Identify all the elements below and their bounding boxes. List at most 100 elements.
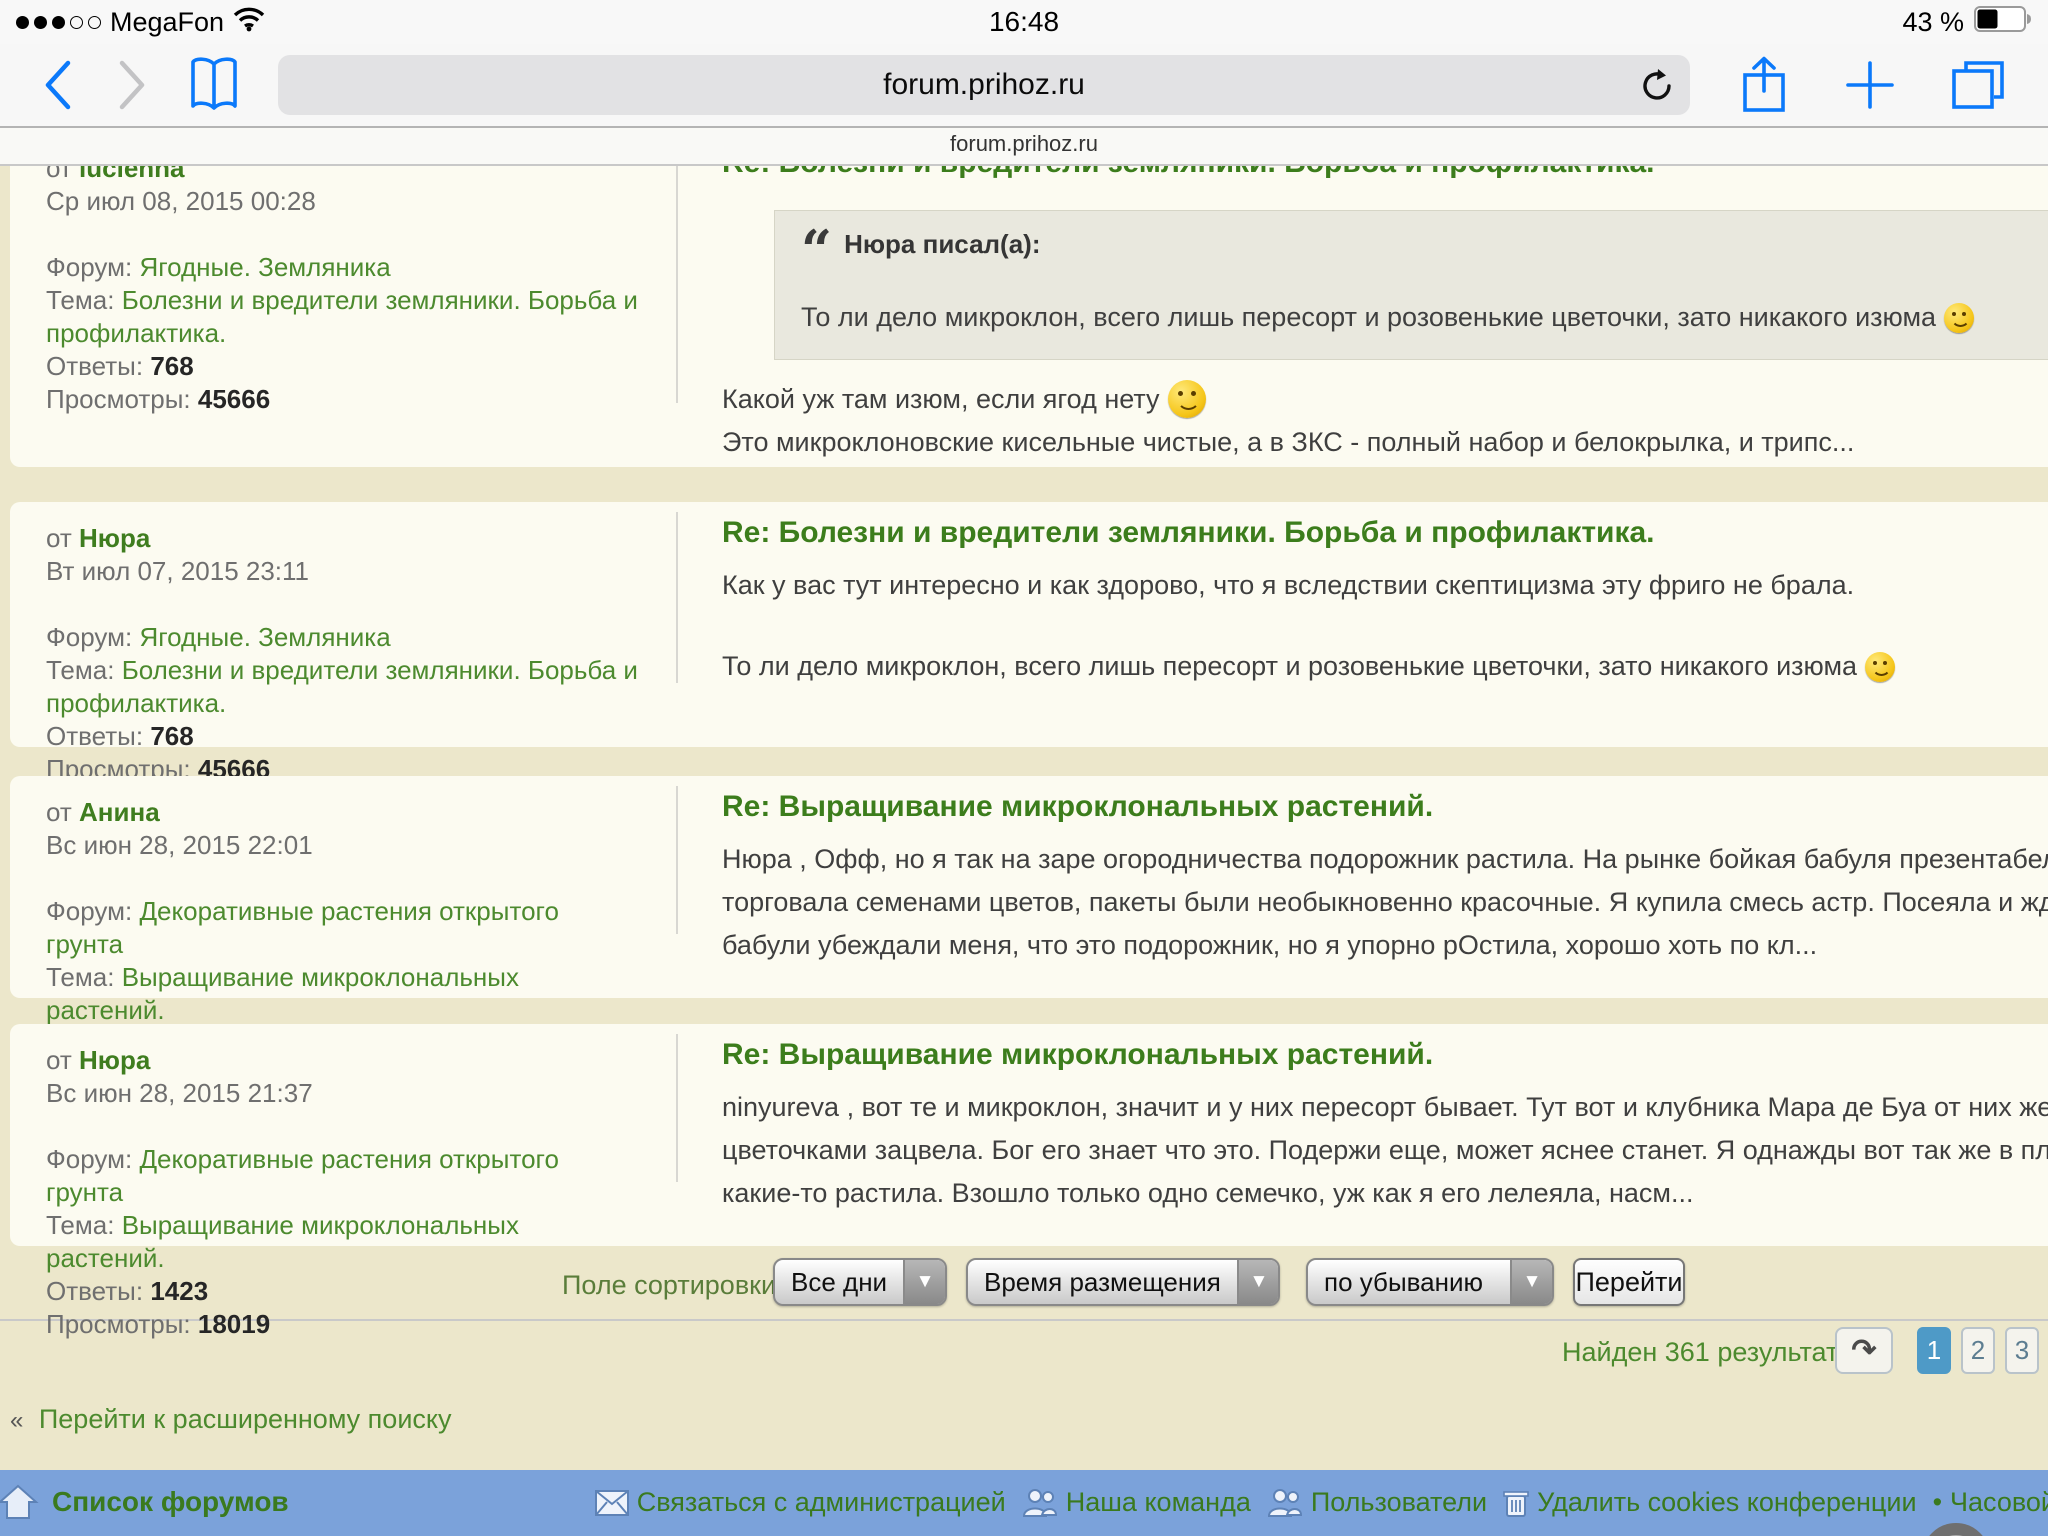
post-text: какие-то растила. Взошло только одно сем… — [722, 1172, 2048, 1215]
sort-go-button[interactable]: Перейти — [1573, 1258, 1685, 1306]
replies-label: Ответы: — [46, 721, 143, 751]
post-text: Это микроклоновские кисельные чистые, а … — [722, 421, 2048, 464]
post-content: Re: Болезни и вредители земляники. Борьб… — [676, 164, 2048, 467]
clock: 16:48 — [0, 6, 2048, 38]
forum-label: Форум: — [46, 252, 132, 282]
topic-link[interactable]: Выращивание микроклональных растений. — [46, 962, 519, 1025]
status-bar: MegaFon 16:48 43 % — [0, 0, 2048, 44]
url-bar[interactable]: forum.prihoz.ru — [278, 55, 1690, 115]
forward-button[interactable] — [116, 44, 148, 126]
topic-label: Тема: — [46, 285, 114, 315]
page-button-current[interactable]: 1 — [1917, 1327, 1951, 1374]
home-icon — [0, 1482, 40, 1527]
post-meta: от Анина Вс июн 28, 2015 22:01 Форум: Де… — [10, 776, 676, 998]
post-meta: от Нюра Вт июл 07, 2015 23:11 Форум: Яго… — [10, 502, 676, 747]
sort-dir-select[interactable]: по убыванию ▼ — [1306, 1258, 1554, 1306]
from-label: от — [46, 164, 72, 183]
quote-box: “ Нюра писал(а): То ли дело микроклон, вс… — [774, 210, 2048, 360]
from-label: от — [46, 523, 72, 553]
smiley-icon — [1168, 380, 1206, 418]
post-text: бабули убеждали меня, что это подорожник… — [722, 924, 2048, 967]
ipad-safari-screen: MegaFon 16:48 43 % — [0, 0, 2048, 1536]
author-link[interactable]: lucienna — [79, 164, 184, 183]
new-tab-button[interactable] — [1844, 44, 1896, 126]
quote-text: То ли дело микроклон, всего лишь пересор… — [801, 302, 1936, 332]
post-date: Вс июн 28, 2015 22:01 — [46, 829, 642, 862]
author-link[interactable]: Анина — [79, 797, 160, 827]
page-button[interactable]: 2 — [1961, 1327, 1995, 1374]
topic-link[interactable]: Болезни и вредители земляники. Борьба и … — [46, 285, 638, 348]
select-value: по убыванию — [1308, 1260, 1510, 1304]
search-result-row: от Нюра Вс июн 28, 2015 21:37 Форум: Дек… — [10, 1024, 2048, 1246]
our-team-link[interactable]: Наша команда — [1022, 1487, 1251, 1518]
timezone-label: • Часовой — [1933, 1487, 2048, 1518]
author-link[interactable]: Нюра — [79, 523, 150, 553]
search-result-row: от Нюра Вт июл 07, 2015 23:11 Форум: Яго… — [10, 502, 2048, 747]
pagination: Найден 361 результат ↷ 1 2 3 — [0, 1321, 2048, 1390]
post-content: Re: Выращивание микроклональных растений… — [676, 776, 2048, 998]
back-button[interactable] — [42, 44, 74, 126]
topic-label: Тема: — [46, 1210, 114, 1240]
post-meta: от lucienna Ср июл 08, 2015 00:28 Форум:… — [10, 164, 676, 467]
sort-key-select[interactable]: Время размещения ▼ — [966, 1258, 1280, 1306]
replies-count: 768 — [150, 351, 193, 381]
replies-label: Ответы: — [46, 351, 143, 381]
chevron-down-icon: ▼ — [903, 1260, 945, 1304]
tabs-button[interactable] — [1950, 44, 2006, 126]
browser-toolbar: forum.prihoz.ru — [0, 44, 2048, 128]
post-text: То ли дело микроклон, всего лишь пересор… — [722, 651, 1857, 681]
members-link[interactable]: Пользователи — [1267, 1487, 1487, 1518]
share-button[interactable] — [1740, 44, 1788, 126]
quote-icon: “ — [801, 218, 832, 282]
post-date: Вт июл 07, 2015 23:11 — [46, 555, 642, 588]
post-content: Re: Выращивание микроклональных растений… — [676, 1024, 2048, 1246]
views-label: Просмотры: — [46, 384, 191, 414]
advanced-search-link[interactable]: Перейти к расширенному поиску — [39, 1404, 452, 1434]
page-button[interactable]: 3 — [2005, 1327, 2039, 1374]
post-text: Нюра , Офф, но я так на заре огородничес… — [722, 838, 2048, 881]
from-label: от — [46, 1045, 72, 1075]
quote-author: Нюра писал(а): — [844, 229, 1040, 259]
replies-count: 768 — [150, 721, 193, 751]
post-text: торговала семенами цветов, пакеты были н… — [722, 881, 2048, 924]
delete-cookies-link[interactable]: Удалить cookies конференции — [1503, 1487, 1916, 1518]
topic-label: Тема: — [46, 962, 114, 992]
search-results-page: от lucienna Ср июл 08, 2015 00:28 Форум:… — [0, 164, 2048, 1536]
bookmarks-button[interactable] — [188, 44, 240, 126]
forum-label: Форум: — [46, 622, 132, 652]
laquo-icon: « — [10, 1407, 23, 1434]
forum-index-link[interactable]: Список форумов — [52, 1486, 289, 1518]
smiley-icon — [1865, 652, 1895, 682]
topic-link[interactable]: Болезни и вредители земляники. Борьба и … — [46, 655, 638, 718]
users-icon — [1267, 1488, 1303, 1518]
select-value: Все дни — [775, 1260, 903, 1304]
jump-to-page-button[interactable]: ↷ — [1835, 1327, 1893, 1374]
sort-controls: Поле сортировки Все дни ▼ Время размещен… — [0, 1246, 2048, 1319]
post-title-link[interactable]: Re: Выращивание микроклональных растений… — [722, 788, 2048, 826]
post-text: Как у вас тут интересно и как здорово, ч… — [722, 564, 2048, 607]
post-text: Какой уж там изюм, если ягод нету — [722, 384, 1160, 414]
post-text: цветочками зацвела. Бог его знает что эт… — [722, 1129, 2048, 1172]
views-count: 45666 — [198, 384, 270, 414]
forum-label: Форум: — [46, 1144, 132, 1174]
forum-link[interactable]: Ягодные. Земляника — [139, 622, 390, 652]
contact-admin-link[interactable]: Связаться с администрацией — [595, 1487, 1006, 1518]
author-link[interactable]: Нюра — [79, 1045, 150, 1075]
reload-icon[interactable] — [1640, 68, 1674, 109]
post-date: Вс июн 28, 2015 21:37 — [46, 1077, 642, 1110]
chevron-down-icon: ▼ — [1237, 1260, 1279, 1304]
search-result-row: от Анина Вс июн 28, 2015 22:01 Форум: Де… — [10, 776, 2048, 998]
from-label: от — [46, 797, 72, 827]
url-text: forum.prihoz.ru — [883, 68, 1085, 102]
post-text: ninyureva , вот те и микроклон, значит и… — [722, 1086, 2048, 1129]
trash-icon — [1503, 1488, 1529, 1518]
forum-link[interactable]: Ягодные. Земляника — [139, 252, 390, 282]
post-meta: от Нюра Вс июн 28, 2015 21:37 Форум: Дек… — [10, 1024, 676, 1246]
post-title-link[interactable]: Re: Выращивание микроклональных растений… — [722, 1036, 2048, 1074]
results-count: Найден 361 результат — [1562, 1337, 1838, 1368]
post-title-link[interactable]: Re: Болезни и вредители земляники. Борьб… — [722, 164, 2048, 182]
post-title-link[interactable]: Re: Болезни и вредители земляники. Борьб… — [722, 514, 2048, 552]
sort-days-select[interactable]: Все дни ▼ — [773, 1258, 947, 1306]
topic-label: Тема: — [46, 655, 114, 685]
envelope-icon — [595, 1490, 629, 1516]
